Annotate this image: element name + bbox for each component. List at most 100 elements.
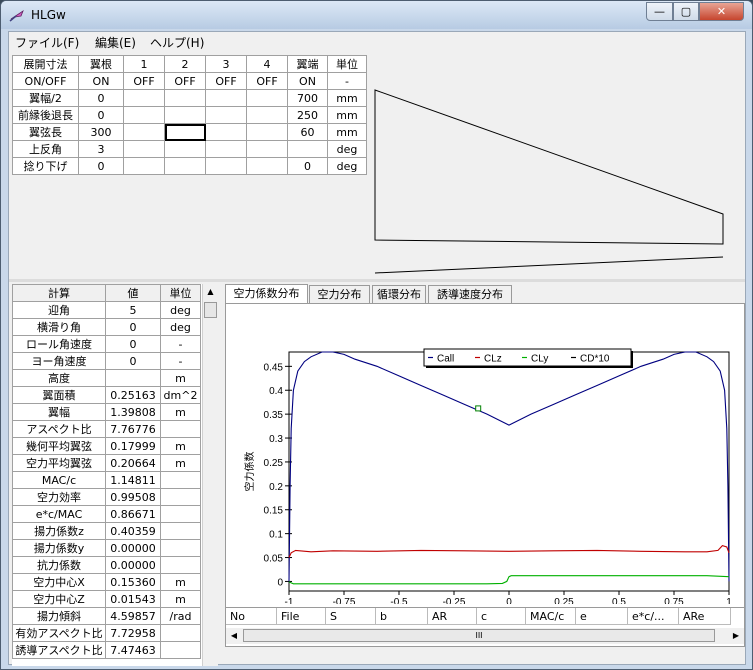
calc-cell: - bbox=[160, 335, 201, 353]
dimension-cell[interactable] bbox=[205, 123, 247, 141]
scroll-left-icon[interactable]: ◀ bbox=[226, 628, 242, 644]
scroll-right-icon[interactable]: ▶ bbox=[728, 628, 744, 644]
title-bar[interactable]: HLGw — ▢ ✕ bbox=[1, 1, 752, 29]
calc-cell: 誘導アスペクト比 bbox=[12, 641, 106, 659]
selection-marker bbox=[475, 405, 482, 412]
dimension-cell[interactable] bbox=[164, 123, 206, 141]
menu-file[interactable]: ファイル(F) bbox=[15, 34, 79, 51]
close-button[interactable]: ✕ bbox=[699, 2, 744, 21]
dimension-cell[interactable]: deg bbox=[327, 157, 367, 175]
calc-vertical-scrollbar[interactable]: ▲ bbox=[202, 284, 218, 666]
dimension-cell[interactable]: mm bbox=[327, 89, 367, 107]
calc-cell[interactable]: 5 bbox=[105, 301, 161, 319]
hscroll-thumb[interactable]: III bbox=[243, 629, 715, 642]
tab-coefficient-distribution[interactable]: 空力係数分布 bbox=[225, 284, 308, 304]
dimension-cell[interactable] bbox=[123, 106, 165, 124]
dimension-cell[interactable]: mm bbox=[327, 123, 367, 141]
calc-cell: 0.00000 bbox=[105, 556, 161, 574]
calc-cell: 空力中心Z bbox=[12, 590, 106, 608]
dimension-cell[interactable]: 0 bbox=[78, 89, 124, 107]
app-window: HLGw — ▢ ✕ ファイル(F) 編集(E) ヘルプ(H) 展開寸法 翼根 1 2… bbox=[0, 0, 753, 670]
dimension-cell[interactable] bbox=[246, 157, 288, 175]
calc-table-row: 迎角 5 deg bbox=[12, 301, 201, 319]
calc-cell[interactable]: 0 bbox=[105, 335, 161, 353]
calc-cell: 0.20664 bbox=[105, 454, 161, 472]
scroll-up-icon[interactable]: ▲ bbox=[203, 284, 218, 300]
calc-cell: 0.00000 bbox=[105, 539, 161, 557]
dimension-cell[interactable]: 0 bbox=[78, 157, 124, 175]
dimension-cell[interactable]: OFF bbox=[123, 72, 165, 90]
dimension-cell[interactable] bbox=[164, 89, 206, 107]
dimension-cell[interactable]: deg bbox=[327, 140, 367, 158]
dimension-cell[interactable]: 60 bbox=[287, 123, 328, 141]
list-column-header[interactable]: File bbox=[277, 608, 326, 625]
list-column-header[interactable]: MAC/c bbox=[526, 608, 576, 625]
calc-cell: 有効アスペクト比 bbox=[12, 624, 106, 642]
dimension-cell[interactable]: 0 bbox=[78, 106, 124, 124]
calc-table-row: 空力平均翼弦 0.20664 m bbox=[12, 454, 201, 472]
dimension-header-cell: 翼端 bbox=[287, 55, 328, 73]
dimension-cell[interactable]: - bbox=[327, 72, 367, 90]
dimension-cell[interactable] bbox=[164, 106, 206, 124]
dimension-cell[interactable] bbox=[287, 140, 328, 158]
dimension-cell[interactable] bbox=[246, 106, 288, 124]
maximize-button[interactable]: ▢ bbox=[673, 2, 699, 21]
dimension-cell[interactable] bbox=[123, 123, 165, 141]
list-column-header[interactable]: No bbox=[226, 608, 277, 625]
dimension-cell[interactable]: 250 bbox=[287, 106, 328, 124]
minimize-button[interactable]: — bbox=[646, 2, 673, 21]
list-column-header[interactable]: c bbox=[477, 608, 526, 625]
menu-edit[interactable]: 編集(E) bbox=[95, 34, 136, 51]
dimension-cell[interactable] bbox=[205, 89, 247, 107]
tab-induced-velocity-distribution[interactable]: 誘導速度分布 bbox=[428, 285, 512, 303]
dimension-cell[interactable] bbox=[205, 140, 247, 158]
menu-help[interactable]: ヘルプ(H) bbox=[150, 34, 204, 51]
list-column-header[interactable]: ARe bbox=[679, 608, 731, 625]
list-column-header[interactable]: AR bbox=[428, 608, 477, 625]
dimension-cell[interactable]: OFF bbox=[205, 72, 247, 90]
list-column-header[interactable]: b bbox=[376, 608, 428, 625]
dimension-cell[interactable] bbox=[164, 157, 206, 175]
tab-circulation-distribution[interactable]: 循環分布 bbox=[372, 285, 426, 303]
calc-table-row: 翼面積 0.25163 dm^2 bbox=[12, 386, 201, 404]
calc-cell bbox=[105, 369, 161, 387]
calc-cell bbox=[160, 624, 201, 642]
dimension-cell[interactable] bbox=[246, 123, 288, 141]
calc-cell[interactable]: 0 bbox=[105, 352, 161, 370]
dimension-cell[interactable] bbox=[205, 106, 247, 124]
dimension-cell[interactable]: 3 bbox=[78, 140, 124, 158]
dimension-cell[interactable]: ON bbox=[78, 72, 124, 90]
horizontal-splitter[interactable] bbox=[9, 279, 745, 282]
list-column-header[interactable]: e*c/... bbox=[628, 608, 679, 625]
coefficient-chart: 0 0.05 0.1 0.15 0.2 0.25 0.3 0.35 0.4 0.45 -1 -0.75… bbox=[243, 348, 732, 621]
dimension-cell[interactable]: 700 bbox=[287, 89, 328, 107]
tab-force-distribution[interactable]: 空力分布 bbox=[309, 285, 370, 303]
dimension-cell[interactable]: 0 bbox=[287, 157, 328, 175]
results-list: No File Sb AR c MAC/c e e*c/... ARe ◀ III ▶ bbox=[225, 607, 745, 647]
dimension-cell[interactable] bbox=[123, 157, 165, 175]
dimension-cell[interactable]: 300 bbox=[78, 123, 124, 141]
dimension-cell[interactable] bbox=[123, 89, 165, 107]
list-column-header[interactable]: e bbox=[576, 608, 628, 625]
dimension-cell[interactable]: ON bbox=[287, 72, 328, 90]
dimension-cell[interactable] bbox=[205, 157, 247, 175]
y-tick-label: 0.15 bbox=[264, 506, 284, 517]
calc-cell: deg bbox=[160, 318, 201, 336]
dimension-cell[interactable]: OFF bbox=[164, 72, 206, 90]
dimension-cell[interactable] bbox=[123, 140, 165, 158]
list-column-header[interactable]: S bbox=[326, 608, 376, 625]
dimension-cell[interactable]: OFF bbox=[246, 72, 288, 90]
calc-cell: 7.47463 bbox=[105, 641, 161, 659]
dimension-cell[interactable] bbox=[246, 140, 288, 158]
results-horizontal-scrollbar[interactable]: ◀ III ▶ bbox=[226, 628, 744, 644]
calc-cell: m bbox=[160, 590, 201, 608]
scroll-thumb[interactable] bbox=[204, 302, 217, 318]
calc-cell[interactable]: 0 bbox=[105, 318, 161, 336]
calc-table-row: MAC/c 1.14811 bbox=[12, 471, 201, 489]
dimension-cell[interactable] bbox=[164, 140, 206, 158]
calc-table-row: 有効アスペクト比 7.72958 bbox=[12, 624, 201, 642]
dimension-cell[interactable] bbox=[246, 89, 288, 107]
y-tick-label: 0.05 bbox=[264, 554, 284, 565]
dimension-header-cell: 2 bbox=[164, 55, 206, 73]
dimension-cell[interactable]: mm bbox=[327, 106, 367, 124]
